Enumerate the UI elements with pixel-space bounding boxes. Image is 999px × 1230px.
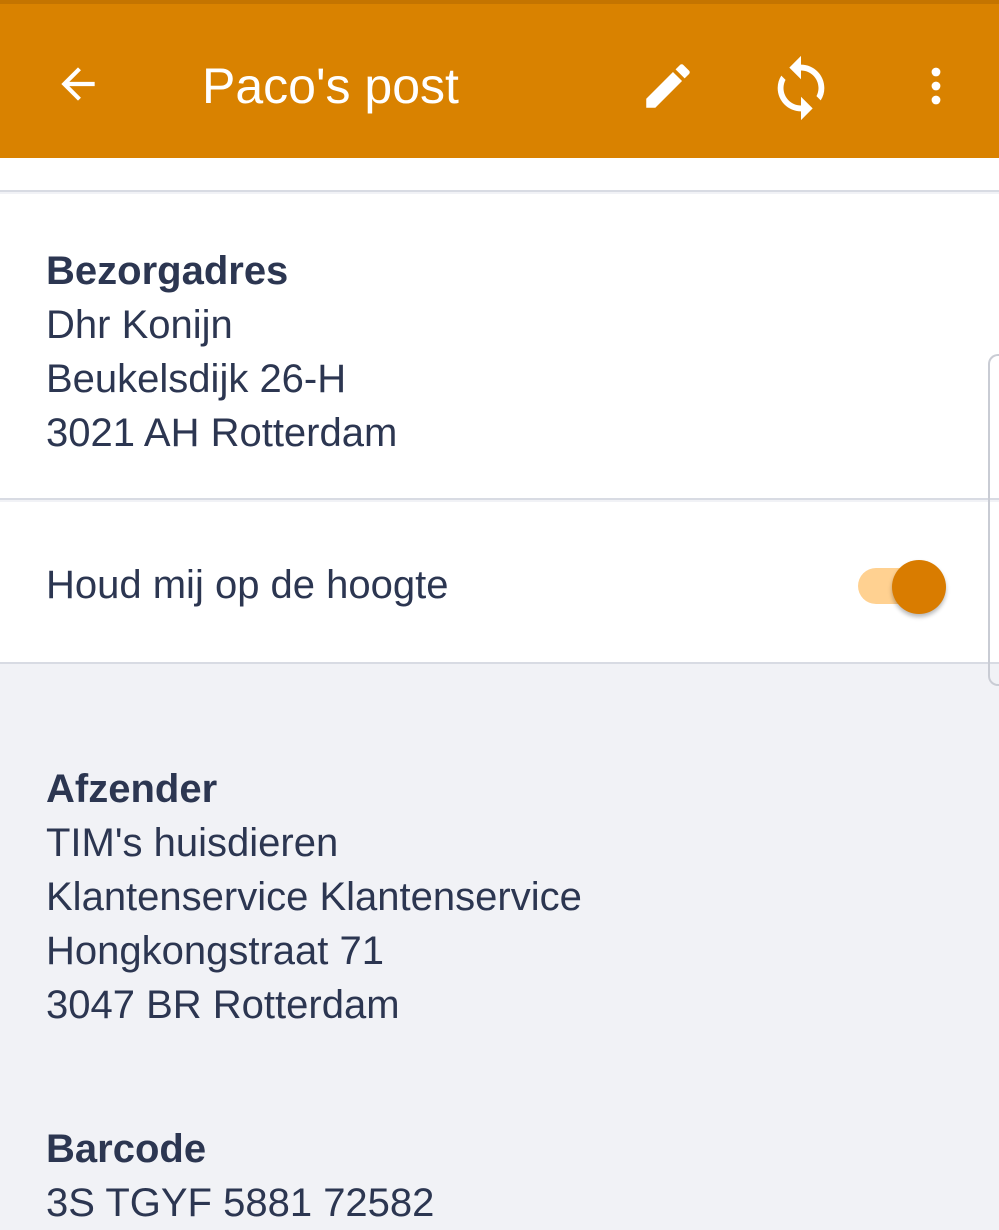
sender-line-street: Hongkongstraat 71 [46, 929, 385, 973]
delivery-heading: Bezorgadres [46, 249, 289, 293]
delivery-address-card: Bezorgadres Dhr Konijn Beukelsdijk 26-H … [0, 194, 999, 500]
scroll-edge-indicator[interactable] [988, 354, 999, 686]
notify-card: Houd mij op de hoogte [0, 502, 999, 664]
app-bar: Paco's post [0, 0, 999, 158]
refresh-button[interactable] [765, 52, 837, 124]
barcode-value: 3S TGYF 5881 72582 [46, 1181, 435, 1225]
barcode-section: Barcode 3S TGYF 5881 72582 [46, 1122, 434, 1230]
sender-section: Afzender TIM's huisdieren Klantenservice… [46, 762, 582, 1032]
delivery-line-city: 3021 AH Rotterdam [46, 411, 398, 455]
more-vert-icon [931, 67, 941, 105]
refresh-icon [777, 55, 825, 121]
more-options-button[interactable] [912, 56, 960, 116]
pencil-icon [646, 64, 690, 108]
sender-line-company: TIM's huisdieren [46, 821, 339, 865]
notify-label: Houd mij op de hoogte [46, 563, 449, 607]
arrow-back-icon [61, 67, 95, 101]
sender-heading: Afzender [46, 767, 218, 811]
top-divider-strip [0, 158, 999, 192]
notify-toggle[interactable] [856, 560, 952, 614]
page-title: Paco's post [202, 58, 459, 114]
sender-line-department: Klantenservice Klantenservice [46, 875, 582, 919]
sender-line-city: 3047 BR Rotterdam [46, 983, 400, 1027]
toggle-thumb [892, 560, 946, 614]
barcode-heading: Barcode [46, 1127, 207, 1171]
edit-button[interactable] [638, 56, 698, 116]
delivery-line-street: Beukelsdijk 26-H [46, 357, 347, 401]
back-button[interactable] [50, 56, 106, 112]
delivery-line-name: Dhr Konijn [46, 303, 233, 347]
